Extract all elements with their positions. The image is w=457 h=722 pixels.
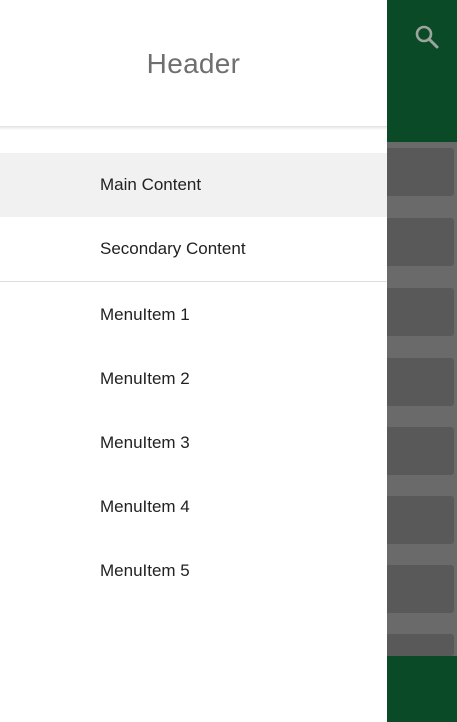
navigation-drawer: Header Main Content Secondary Content Me… bbox=[0, 0, 387, 722]
drawer-item-main-content[interactable]: Main Content bbox=[0, 153, 387, 217]
drawer-item-menuitem-4[interactable]: MenuItem 4 bbox=[0, 475, 387, 539]
drawer-item-menuitem-1[interactable]: MenuItem 1 bbox=[0, 283, 387, 347]
drawer-item-menuitem-5[interactable]: MenuItem 5 bbox=[0, 539, 387, 603]
drawer-item-label: MenuItem 5 bbox=[100, 561, 190, 580]
drawer-item-label: MenuItem 4 bbox=[100, 497, 190, 516]
search-icon bbox=[415, 25, 439, 49]
drawer-header: Header bbox=[0, 0, 387, 127]
section-divider bbox=[0, 281, 387, 282]
drawer-item-menuitem-2[interactable]: MenuItem 2 bbox=[0, 347, 387, 411]
drawer-item-label: MenuItem 3 bbox=[100, 433, 190, 452]
drawer-header-title: Header bbox=[146, 47, 241, 79]
drawer-item-label: Secondary Content bbox=[100, 239, 246, 258]
drawer-item-label: MenuItem 2 bbox=[100, 369, 190, 388]
drawer-item-secondary-content[interactable]: Secondary Content bbox=[0, 217, 387, 281]
drawer-item-menuitem-3[interactable]: MenuItem 3 bbox=[0, 411, 387, 475]
drawer-item-label: MenuItem 1 bbox=[100, 305, 190, 324]
search-button[interactable] bbox=[410, 20, 444, 54]
drawer-item-label: Main Content bbox=[100, 175, 202, 194]
header-divider bbox=[0, 126, 387, 130]
